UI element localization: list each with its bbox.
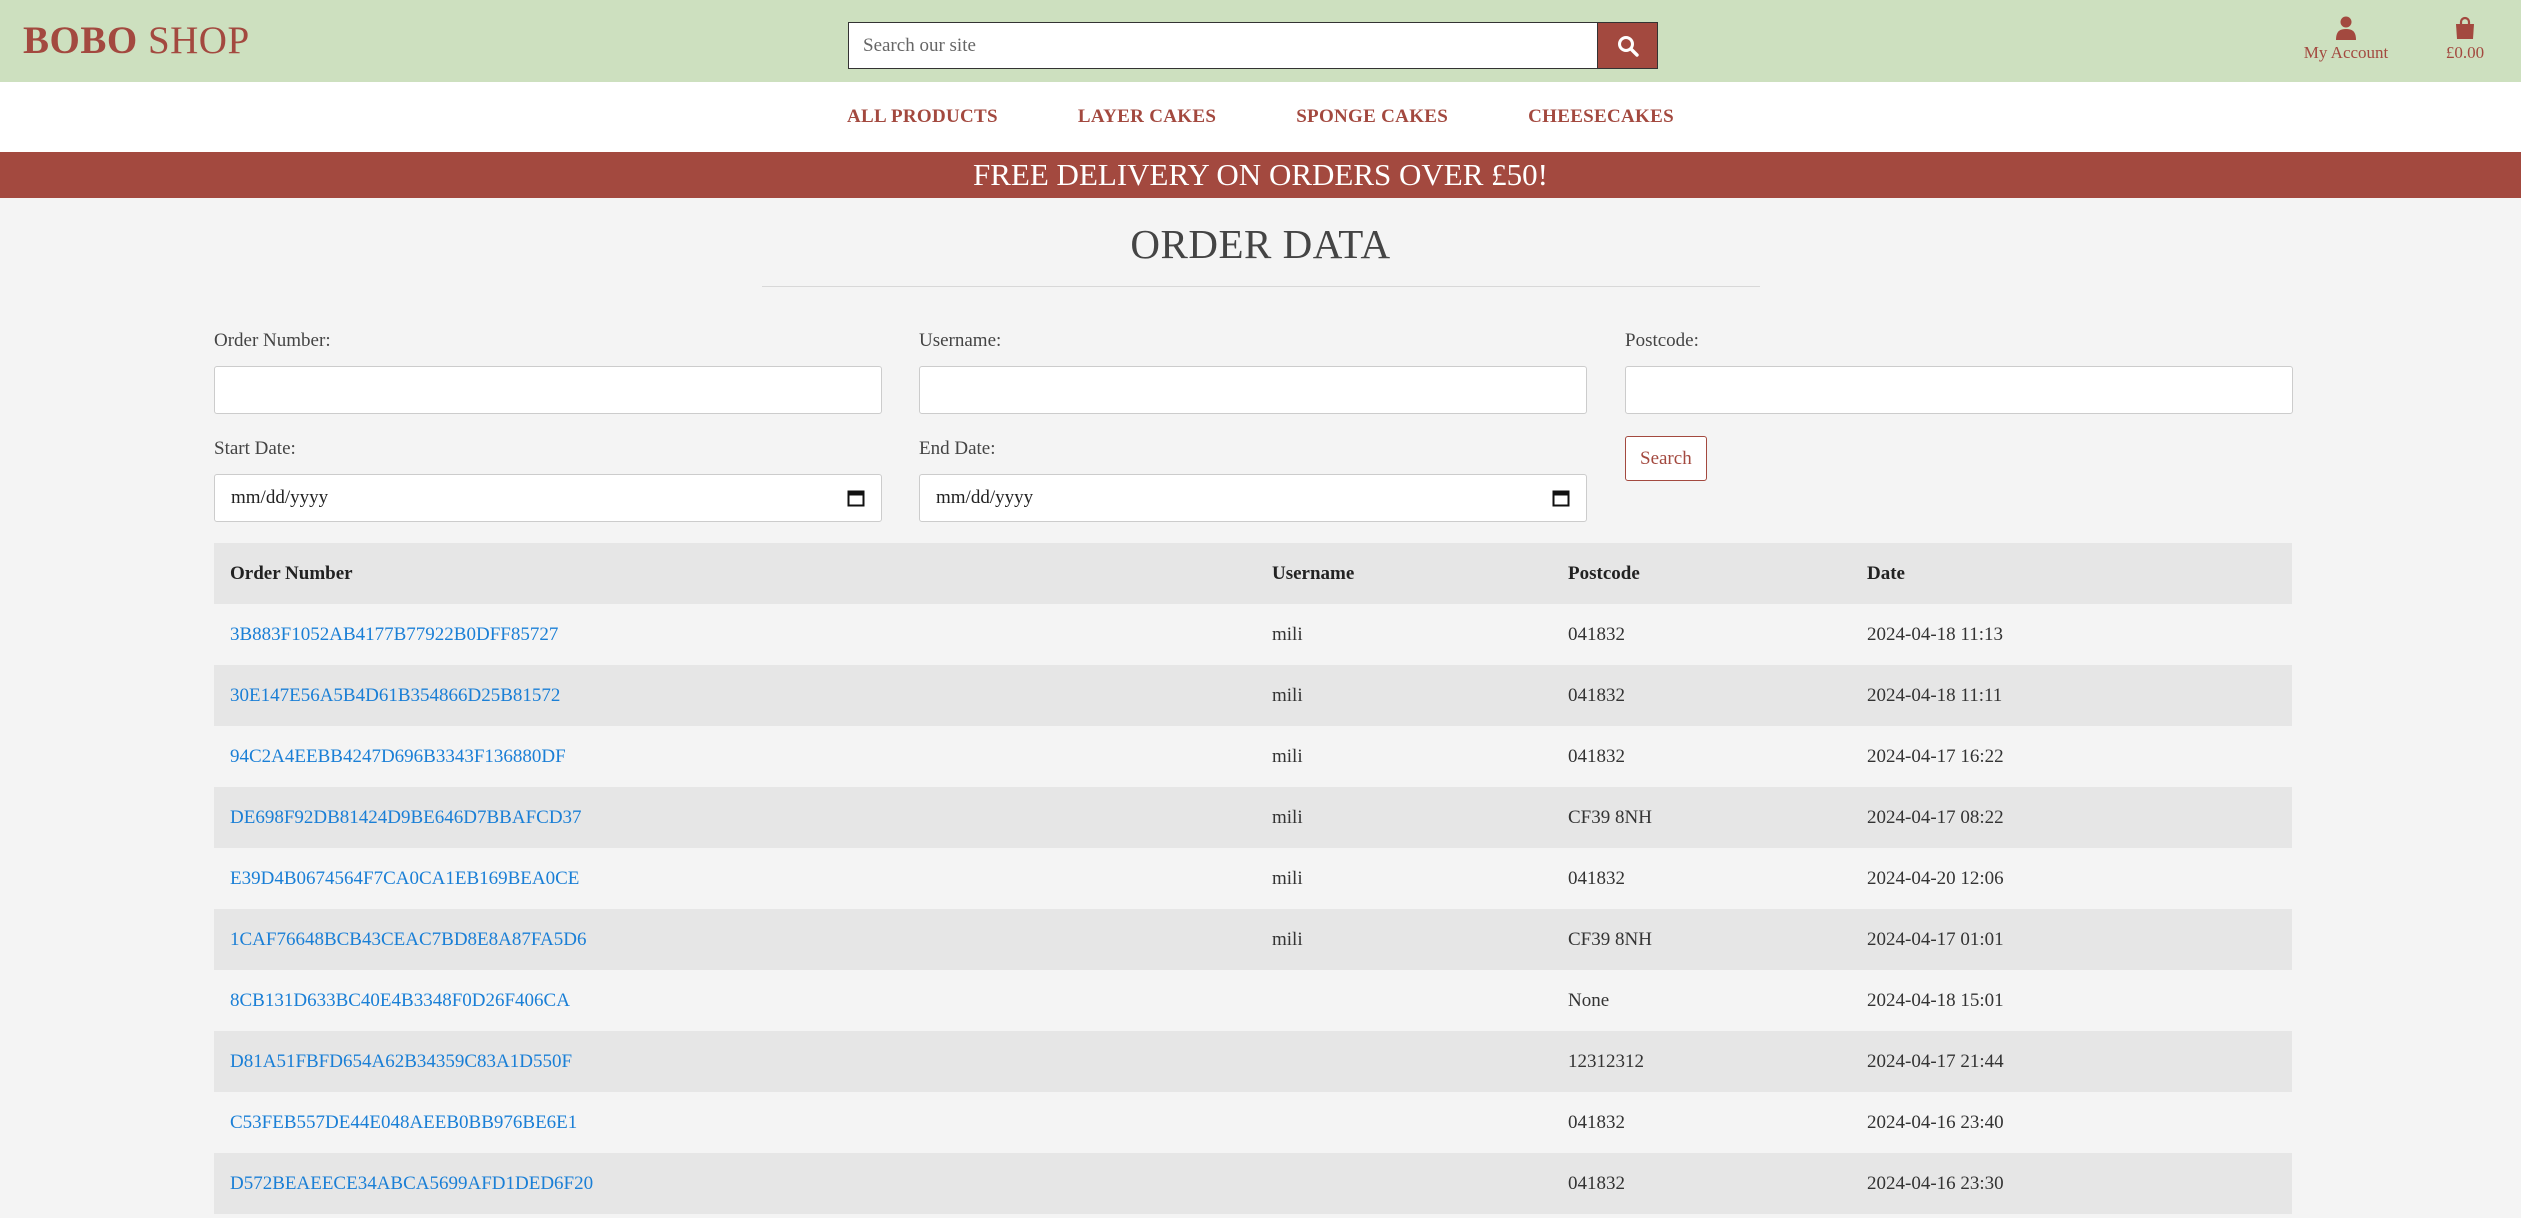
nav-cheesecakes[interactable]: CHEESECAKES: [1528, 106, 1674, 128]
row-date: 2024-04-18 11:13: [1851, 604, 2292, 665]
order-number-link[interactable]: D572BEAEECE34ABCA5699AFD1DED6F20: [230, 1173, 593, 1194]
table-row: 3B883F1052AB4177B77922B0DFF85727 mili 04…: [214, 604, 2292, 665]
top-header: BOBO SHOP My Account £0.00: [0, 0, 2521, 82]
username-input[interactable]: [919, 366, 1587, 414]
order-number-filter: Order Number:: [214, 330, 882, 414]
shop-logo[interactable]: BOBO SHOP: [23, 18, 250, 63]
page-title: ORDER DATA: [1130, 221, 1391, 267]
order-number-input[interactable]: [214, 366, 882, 414]
row-date: 2024-04-17 01:01: [1851, 909, 2292, 970]
table-row: E39D4B0674564F7CA0CA1EB169BEA0CE mili 04…: [214, 848, 2292, 909]
order-number-link[interactable]: D81A51FBFD654A62B34359C83A1D550F: [230, 1051, 572, 1072]
postcode-filter: Postcode:: [1625, 330, 2293, 414]
search-input[interactable]: [848, 22, 1597, 69]
cart-link[interactable]: £0.00: [2430, 16, 2500, 63]
logo-rest: SHOP: [137, 19, 250, 62]
orders-table: Order Number Username Postcode Date 3B88…: [214, 543, 2292, 1214]
row-username: mili: [1256, 848, 1552, 909]
end-date-filter: End Date: mm/dd/yyyy: [919, 438, 1587, 522]
search-button[interactable]: [1597, 22, 1658, 69]
start-date-input[interactable]: mm/dd/yyyy: [214, 474, 882, 522]
header-postcode: Postcode: [1552, 543, 1851, 604]
row-postcode: 041832: [1552, 1092, 1851, 1153]
username-filter: Username:: [919, 330, 1587, 414]
row-date: 2024-04-17 16:22: [1851, 726, 2292, 787]
end-date-input[interactable]: mm/dd/yyyy: [919, 474, 1587, 522]
user-icon: [2336, 16, 2356, 40]
row-username: [1256, 1153, 1552, 1214]
filter-search-button[interactable]: Search: [1625, 436, 1707, 481]
nav-all-products[interactable]: ALL PRODUCTS: [847, 106, 998, 128]
row-username: mili: [1256, 665, 1552, 726]
my-account-link[interactable]: My Account: [2296, 16, 2396, 63]
search-icon: [1617, 35, 1639, 57]
row-username: mili: [1256, 787, 1552, 848]
postcode-label: Postcode:: [1625, 330, 1699, 351]
table-row: C53FEB557DE44E048AEEB0BB976BE6E1 041832 …: [214, 1092, 2292, 1153]
order-number-label: Order Number:: [214, 330, 331, 351]
start-date-placeholder: mm/dd/yyyy: [231, 487, 329, 508]
row-username: [1256, 1092, 1552, 1153]
postcode-input[interactable]: [1625, 366, 2293, 414]
order-number-link[interactable]: E39D4B0674564F7CA0CA1EB169BEA0CE: [230, 868, 579, 889]
cart-total: £0.00: [2445, 43, 2485, 62]
row-postcode: CF39 8NH: [1552, 787, 1851, 848]
row-date: 2024-04-17 08:22: [1851, 787, 2292, 848]
site-search: [848, 22, 1658, 69]
row-postcode: 041832: [1552, 665, 1851, 726]
order-number-link[interactable]: C53FEB557DE44E048AEEB0BB976BE6E1: [230, 1112, 577, 1133]
nav-layer-cakes[interactable]: LAYER CAKES: [1078, 106, 1216, 128]
row-postcode: 041832: [1552, 726, 1851, 787]
row-username: [1256, 970, 1552, 1031]
order-number-link[interactable]: 30E147E56A5B4D61B354866D25B81572: [230, 685, 560, 706]
start-date-filter: Start Date: mm/dd/yyyy: [214, 438, 882, 522]
row-postcode: CF39 8NH: [1552, 909, 1851, 970]
main-nav: ALL PRODUCTS LAYER CAKES SPONGE CAKES CH…: [0, 82, 2521, 152]
logo-bold: BOBO: [23, 19, 138, 62]
row-date: 2024-04-17 21:44: [1851, 1031, 2292, 1092]
row-date: 2024-04-20 12:06: [1851, 848, 2292, 909]
table-row: D572BEAEECE34ABCA5699AFD1DED6F20 041832 …: [214, 1153, 2292, 1214]
table-row: 8CB131D633BC40E4B3348F0D26F406CA None 20…: [214, 970, 2292, 1031]
order-number-link[interactable]: 1CAF76648BCB43CEAC7BD8E8A87FA5D6: [230, 929, 586, 950]
delivery-banner: FREE DELIVERY ON ORDERS OVER £50!: [0, 152, 2521, 198]
row-username: [1256, 1031, 1552, 1092]
order-number-link[interactable]: 3B883F1052AB4177B77922B0DFF85727: [230, 624, 558, 645]
end-date-label: End Date:: [919, 438, 996, 459]
calendar-icon[interactable]: [1552, 489, 1570, 507]
row-username: mili: [1256, 604, 1552, 665]
row-postcode: 041832: [1552, 1153, 1851, 1214]
row-date: 2024-04-16 23:40: [1851, 1092, 2292, 1153]
nav-sponge-cakes[interactable]: SPONGE CAKES: [1296, 106, 1448, 128]
table-row: 1CAF76648BCB43CEAC7BD8E8A87FA5D6 mili CF…: [214, 909, 2292, 970]
header-username: Username: [1256, 543, 1552, 604]
table-header-row: Order Number Username Postcode Date: [214, 543, 2292, 604]
row-date: 2024-04-18 15:01: [1851, 970, 2292, 1031]
end-date-placeholder: mm/dd/yyyy: [936, 487, 1034, 508]
row-username: mili: [1256, 909, 1552, 970]
row-date: 2024-04-18 11:11: [1851, 665, 2292, 726]
row-postcode: None: [1552, 970, 1851, 1031]
order-number-link[interactable]: DE698F92DB81424D9BE646D7BBAFCD37: [230, 807, 582, 828]
row-date: 2024-04-16 23:30: [1851, 1153, 2292, 1214]
header-date: Date: [1851, 543, 2292, 604]
table-row: D81A51FBFD654A62B34359C83A1D550F 1231231…: [214, 1031, 2292, 1092]
row-postcode: 041832: [1552, 848, 1851, 909]
table-row: 94C2A4EEBB4247D696B3343F136880DF mili 04…: [214, 726, 2292, 787]
row-postcode: 12312312: [1552, 1031, 1851, 1092]
table-row: 30E147E56A5B4D61B354866D25B81572 mili 04…: [214, 665, 2292, 726]
header-order-number: Order Number: [214, 543, 1256, 604]
start-date-label: Start Date:: [214, 438, 296, 459]
order-number-link[interactable]: 94C2A4EEBB4247D696B3343F136880DF: [230, 746, 566, 767]
order-number-link[interactable]: 8CB131D633BC40E4B3348F0D26F406CA: [230, 990, 570, 1011]
table-row: DE698F92DB81424D9BE646D7BBAFCD37 mili CF…: [214, 787, 2292, 848]
calendar-icon[interactable]: [847, 489, 865, 507]
username-label: Username:: [919, 330, 1002, 351]
title-divider: [761, 286, 1760, 287]
row-postcode: 041832: [1552, 604, 1851, 665]
row-username: mili: [1256, 726, 1552, 787]
shopping-bag-icon: [2456, 16, 2474, 39]
my-account-label: My Account: [2303, 43, 2389, 62]
